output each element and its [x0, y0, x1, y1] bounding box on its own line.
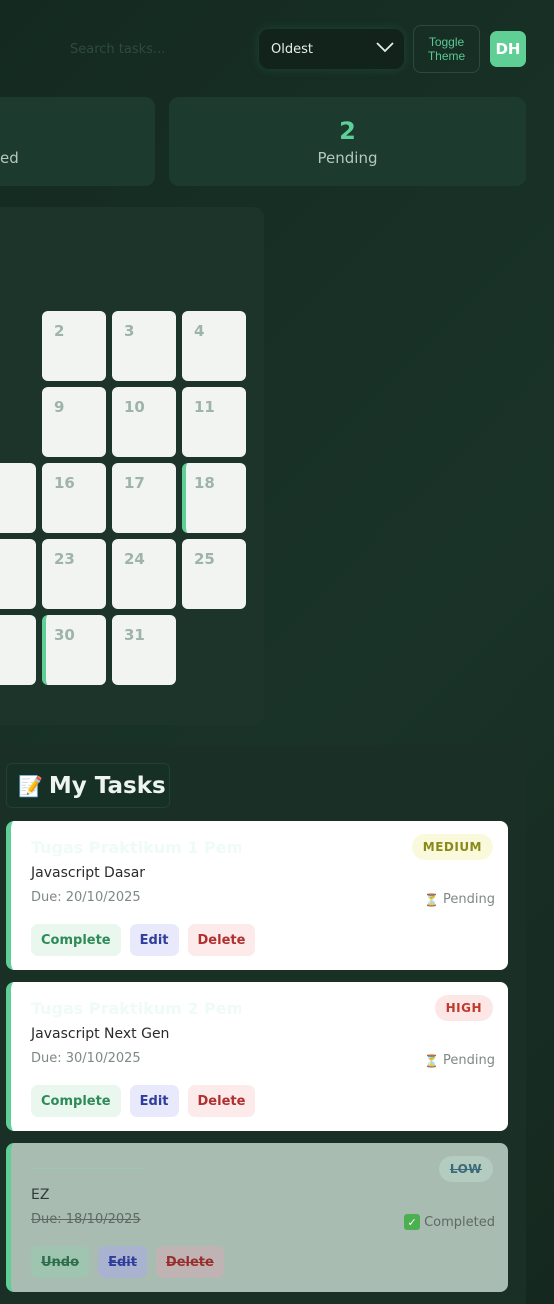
- calendar-day[interactable]: 31: [112, 615, 176, 685]
- task-card[interactable]: Tugas Praktikum 1 Pemweb MEDIUM Javascri…: [6, 821, 508, 970]
- stat-card-pending: 2 Pending: [169, 97, 526, 186]
- task-header: Tugas Praktikum 2 Pemweb: [31, 999, 241, 1018]
- complete-button[interactable]: Complete: [31, 1085, 121, 1117]
- priority-badge: LOW: [438, 1156, 493, 1182]
- stat-card-completed: ed: [0, 97, 155, 186]
- calendar-day[interactable]: 11: [182, 387, 246, 457]
- task-actions: Complete Edit Delete: [31, 1085, 256, 1117]
- task-title: Javascript Dasar: [31, 865, 146, 881]
- calendar-day[interactable]: 24: [112, 539, 176, 609]
- search-input[interactable]: [70, 30, 250, 68]
- calendar-day[interactable]: 9: [0, 615, 36, 685]
- memo-icon: 📝: [18, 773, 43, 798]
- task-due-date: Due: 18/10/2025: [31, 1212, 141, 1227]
- stat-label: Pending: [317, 148, 378, 167]
- calendar-day[interactable]: 23: [42, 539, 106, 609]
- calendar-day[interactable]: 4: [182, 311, 246, 381]
- task-status-label: Pending: [443, 1053, 495, 1068]
- task-header: [31, 1157, 146, 1169]
- calendar-day[interactable]: 2: [0, 539, 36, 609]
- sort-select-value: Oldest: [271, 41, 313, 57]
- task-status: ⏳ Pending: [424, 1053, 495, 1068]
- task-header: Tugas Praktikum 1 Pemweb: [31, 838, 241, 857]
- task-due-date: Due: 30/10/2025: [31, 1051, 141, 1066]
- edit-button[interactable]: Edit: [129, 1085, 179, 1117]
- stat-value: 2: [339, 116, 356, 145]
- chevron-down-icon: [376, 41, 394, 57]
- check-icon: ✓: [404, 1214, 421, 1230]
- task-status-label: Pending: [443, 892, 495, 907]
- task-due-date: Due: 20/10/2025: [31, 890, 141, 905]
- tasks-heading-text: My Tasks: [48, 772, 166, 799]
- task-card-completed[interactable]: LOW EZ Due: 18/10/2025 ✓ Completed Undo …: [6, 1143, 508, 1292]
- priority-badge: HIGH: [434, 995, 493, 1021]
- edit-button[interactable]: Edit: [98, 1246, 147, 1278]
- tasks-heading: 📝 My Tasks: [6, 763, 170, 808]
- task-status: ✓ Completed: [404, 1214, 495, 1230]
- calendar-day[interactable]: 10: [112, 387, 176, 457]
- task-card[interactable]: Tugas Praktikum 2 Pemweb HIGH Javascript…: [6, 982, 508, 1131]
- app-root: Oldest Toggle Theme DH ed 2 Pending 2349…: [0, 0, 554, 1304]
- hourglass-icon: ⏳: [424, 1053, 440, 1068]
- calendar-day[interactable]: 25: [182, 539, 246, 609]
- undo-button[interactable]: Undo: [31, 1246, 90, 1278]
- task-status-label: Completed: [424, 1214, 495, 1230]
- task-actions: Complete Edit Delete: [31, 924, 256, 956]
- priority-badge: MEDIUM: [411, 834, 493, 860]
- sort-select[interactable]: Oldest: [259, 29, 404, 69]
- calendar-day[interactable]: 2: [42, 311, 106, 381]
- calendar-day[interactable]: 6: [0, 463, 36, 533]
- delete-button[interactable]: Delete: [155, 1246, 224, 1278]
- task-title: Javascript Next Gen: [31, 1026, 170, 1042]
- calendar-day[interactable]: 17: [112, 463, 176, 533]
- calendar-day[interactable]: 16: [42, 463, 106, 533]
- delete-button[interactable]: Delete: [187, 1085, 256, 1117]
- task-title: EZ: [31, 1187, 50, 1203]
- complete-button[interactable]: Complete: [31, 924, 121, 956]
- edit-button[interactable]: Edit: [129, 924, 179, 956]
- delete-button[interactable]: Delete: [187, 924, 256, 956]
- calendar-day[interactable]: 18: [182, 463, 246, 533]
- hourglass-icon: ⏳: [424, 892, 440, 907]
- task-actions: Undo Edit Delete: [31, 1246, 224, 1278]
- calendar-day[interactable]: 3: [112, 311, 176, 381]
- stat-label: ed: [0, 149, 19, 167]
- avatar[interactable]: DH: [490, 31, 526, 67]
- toggle-theme-button[interactable]: Toggle Theme: [413, 25, 480, 73]
- task-status: ⏳ Pending: [424, 892, 495, 907]
- calendar-day[interactable]: 30: [42, 615, 106, 685]
- calendar-day[interactable]: 9: [42, 387, 106, 457]
